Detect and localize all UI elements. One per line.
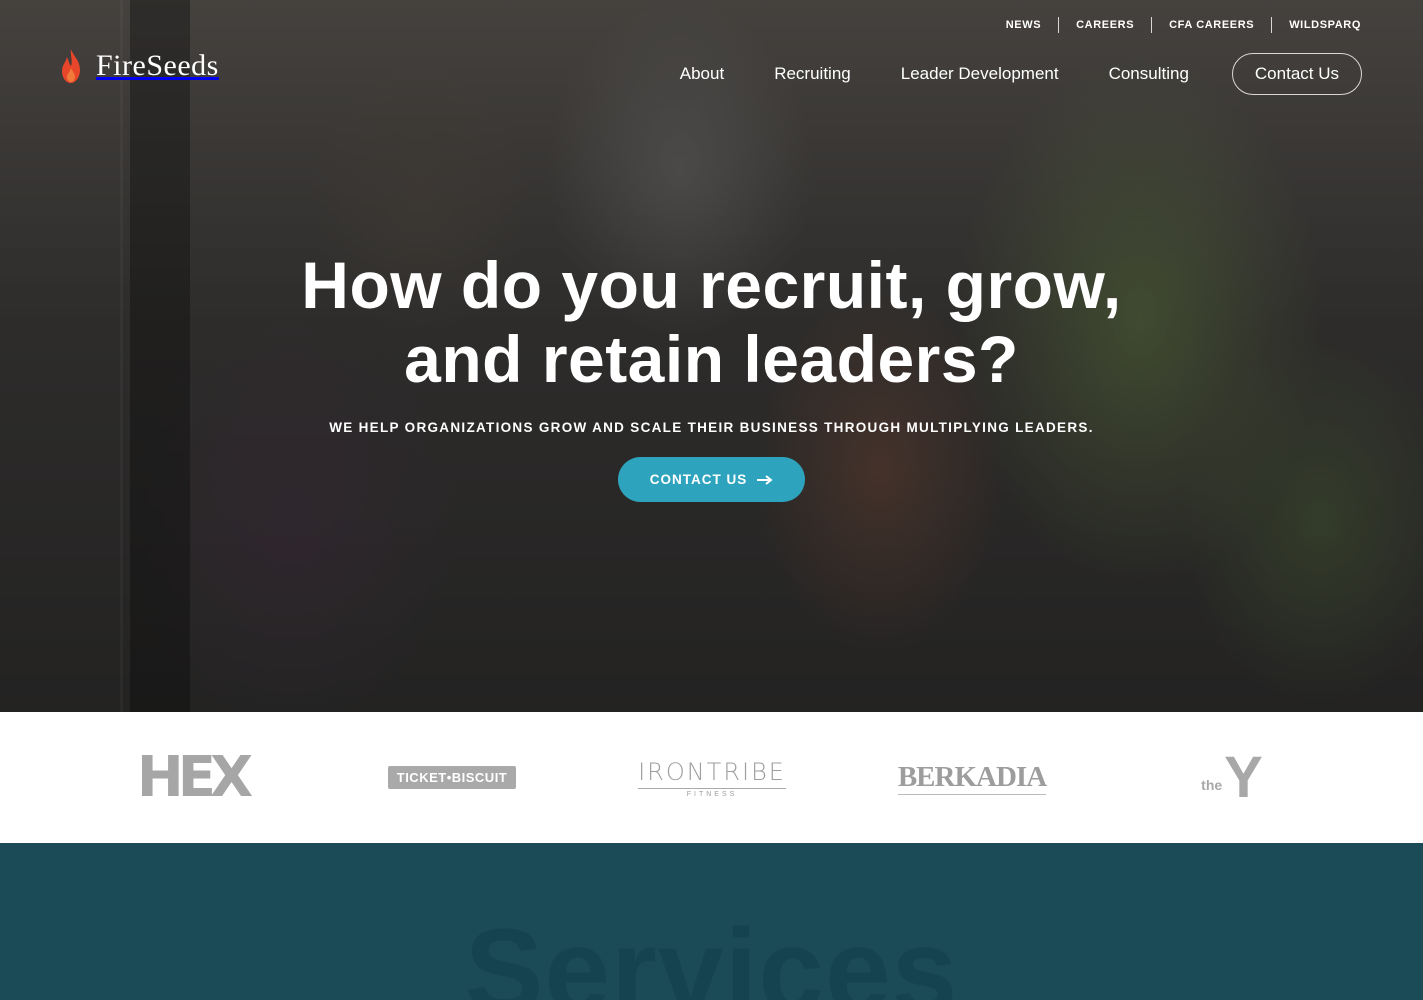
arrow-right-icon bbox=[757, 474, 773, 485]
services-title: Services bbox=[464, 905, 959, 1000]
flame-icon bbox=[62, 49, 80, 83]
client-logo-ymca-y: Y bbox=[1224, 744, 1263, 810]
nav-contact-button[interactable]: Contact Us bbox=[1231, 53, 1362, 95]
client-logo-ymca: the Y bbox=[1196, 712, 1268, 843]
hero-content: How do you recruit, grow, and retain lea… bbox=[0, 248, 1423, 502]
utility-link-careers[interactable]: CAREERS bbox=[1058, 17, 1151, 33]
client-logos-strip: HEX TICKET•BISCUIT IRONTRIBE FITNESS BER… bbox=[0, 712, 1423, 843]
nav-link-leader-development[interactable]: Leader Development bbox=[901, 64, 1059, 84]
hero-contact-label: CONTACT US bbox=[649, 472, 748, 487]
client-logo-irontribe: IRONTRIBE FITNESS bbox=[638, 712, 786, 843]
brand-logo[interactable]: FireSeeds bbox=[60, 48, 219, 84]
client-logo-irontribe-text: IRONTRIBE bbox=[638, 757, 786, 786]
hero-subhead: WE HELP ORGANIZATIONS GROW AND SCALE THE… bbox=[329, 420, 1094, 435]
client-logo-ticket-biscuit: TICKET•BISCUIT bbox=[384, 712, 520, 843]
client-logo-berkadia: BERKADIA bbox=[897, 712, 1047, 843]
client-logo-berkadia-text: BERKADIA bbox=[897, 760, 1047, 795]
client-logo-irontribe-sub: FITNESS bbox=[638, 787, 786, 798]
hero-contact-button[interactable]: CONTACT US bbox=[617, 457, 806, 502]
hero-headline: How do you recruit, grow, and retain lea… bbox=[0, 248, 1423, 396]
utility-link-news[interactable]: NEWS bbox=[989, 17, 1058, 33]
nav-link-recruiting[interactable]: Recruiting bbox=[774, 64, 851, 84]
client-logo-ticket-biscuit-text: TICKET•BISCUIT bbox=[387, 766, 517, 789]
main-nav: About Recruiting Leader Development Cons… bbox=[630, 53, 1362, 95]
client-logo-ymca-the: the bbox=[1201, 776, 1223, 793]
client-logo-hex-text: HEX bbox=[136, 745, 253, 810]
utility-nav: NEWS CAREERS CFA CAREERS WILDSPARQ bbox=[989, 17, 1361, 33]
utility-link-cfa-careers[interactable]: CFA CAREERS bbox=[1151, 17, 1271, 33]
utility-link-wildsparq[interactable]: WILDSPARQ bbox=[1271, 17, 1361, 33]
hero-headline-line1: How do you recruit, grow, bbox=[301, 248, 1122, 322]
nav-link-consulting[interactable]: Consulting bbox=[1109, 64, 1189, 84]
hero-section: NEWS CAREERS CFA CAREERS WILDSPARQ FireS… bbox=[0, 0, 1423, 712]
hero-headline-line2: and retain leaders? bbox=[404, 322, 1019, 396]
services-section: Services bbox=[0, 843, 1423, 1000]
brand-name: FireSeeds bbox=[96, 49, 219, 82]
nav-link-about[interactable]: About bbox=[680, 64, 724, 84]
client-logo-hex: HEX bbox=[136, 712, 253, 843]
